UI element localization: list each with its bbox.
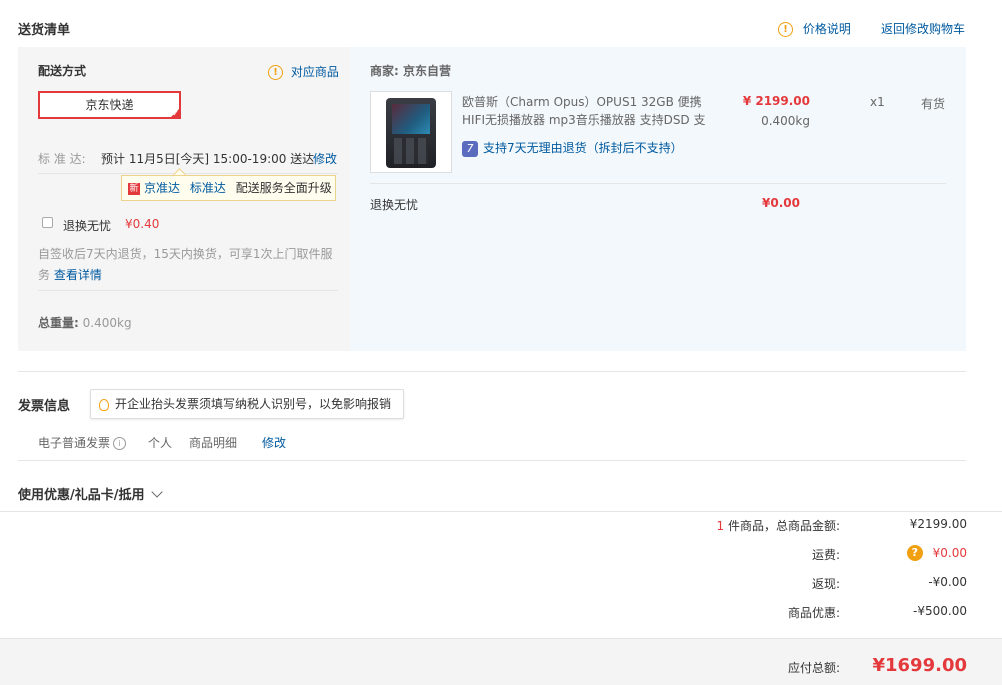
seller-info: 商家: 京东自营 [370,62,451,79]
total-weight-value: 0.400kg [82,316,132,330]
product-stock: 有货 [921,97,946,111]
invoice-holder: 个人 [148,436,173,450]
invoice-modify-link[interactable]: 修改 [262,434,286,451]
coupon-toggle[interactable]: 使用优惠/礼品卡/抵用 [18,484,163,503]
total-weight: 总重量: 0.400kg [38,314,132,331]
price-note-label: 价格说明 [802,22,851,36]
discount-label: 商品优惠: [787,606,840,620]
warning-icon: ! [268,65,283,80]
tip-jzd[interactable]: 京准达 [144,181,180,195]
info-icon[interactable]: i [113,437,127,450]
seven-day-return-icon: 7 [462,140,478,157]
back-to-cart-link[interactable]: 返回修改购物车 [881,20,965,37]
worry-free-price: ¥0.40 [125,217,160,231]
standard-delivery-label: 标 准 达: [38,152,86,166]
goods-total-label: 1 件商品，总商品金额: [640,517,840,534]
shipping-option-jd-express[interactable]: 京东快递 ✓ [38,91,181,119]
delivery-upgrade-tooltip: 新京准达 标准达 配送服务全面升级 [121,175,336,201]
cashback-value: -¥0.00 [928,575,967,589]
product-name-line1: 欧普斯（Charm Opus）OPUS1 32GB 便携 [462,95,702,109]
divider [370,183,946,184]
goods-count: 1 [716,519,725,533]
invoice-title: 发票信息 [18,399,71,414]
warning-icon: ! [778,22,793,37]
product-price: ¥ 2199.00 [742,94,810,108]
freight-value: ? ¥0.00 [847,545,967,561]
product-image[interactable] [370,91,452,173]
view-detail-link[interactable]: 查看详情 [54,268,102,282]
coupon-title: 使用优惠/礼品卡/抵用 [18,488,145,503]
modify-delivery-link[interactable]: 修改 [313,150,337,167]
divider [18,460,966,461]
invoice-tip-text: 开企业抬头发票须填写纳税人识别号，以免影响报销 [115,397,392,411]
new-badge: 新 [128,182,140,195]
tip-text: 配送服务全面升级 [235,181,332,195]
shipping-option-label: 京东快递 [85,98,134,112]
divider [18,371,966,372]
divider [38,290,338,291]
return-policy-text: 支持7天无理由退货（拆封后不支持） [483,141,683,155]
payable-label: 应付总额: [787,661,840,675]
delivery-list-title: 送货清单 [18,23,71,38]
product-weight: 0.400kg [761,114,810,128]
goods-count-label: 件商品，总商品金额: [727,519,840,533]
price-note[interactable]: ! 价格说明 [778,20,851,37]
payable-value: ¥1699.00 [872,655,967,676]
product-name[interactable]: 欧普斯（Charm Opus）OPUS1 32GB 便携 HIFI无损播放器 m… [462,93,712,129]
product-name-line2: HIFI无损播放器 mp3音乐播放器 支持DSD 支 [462,113,706,127]
tip-bzd[interactable]: 标准达 [190,181,226,195]
lightbulb-icon [99,398,109,411]
player-screen [392,104,430,134]
related-goods-label: 对应商品 [290,65,339,79]
seller-name: 京东自营 [403,64,452,78]
service-price: ¥0.00 [762,196,800,210]
product-quantity: x1 [870,95,885,109]
shipping-method-title: 配送方式 [38,64,87,78]
invoice-type-label: 电子普通发票 [38,436,111,450]
freight-label: 运费: [811,548,840,562]
chevron-down-icon [150,486,163,498]
check-icon: ✓ [172,109,179,118]
worry-free-checkbox[interactable] [42,217,53,228]
divider [38,173,338,174]
service-name: 退换无忧 [370,198,419,212]
related-goods[interactable]: ! 对应商品 [268,63,339,80]
worry-free-label: 退换无忧 [63,219,112,233]
invoice-type: 电子普通发票 i [38,434,127,451]
invoice-content: 商品明细 [189,436,238,450]
total-weight-label: 总重量: [38,316,79,330]
invoice-tip: 开企业抬头发票须填写纳税人识别号，以免影响报销 [90,389,404,419]
question-icon[interactable]: ? [906,545,923,561]
goods-total-value: ¥2199.00 [909,517,967,531]
seller-label: 商家: [370,64,399,78]
player-keys [394,138,428,164]
freight-amount: ¥0.00 [932,545,967,560]
divider [0,511,1002,512]
discount-value: -¥500.00 [913,604,967,618]
worry-free-description: 自签收后7天内退货，15天内换货，可享1次上门取件服务 查看详情 [38,244,338,286]
cashback-label: 返现: [811,577,840,591]
standard-delivery-time: 预计 11月5日[今天] 15:00-19:00 送达 [101,152,315,166]
player-image [386,98,436,168]
return-policy: 7 支持7天无理由退货（拆封后不支持） [462,139,683,157]
